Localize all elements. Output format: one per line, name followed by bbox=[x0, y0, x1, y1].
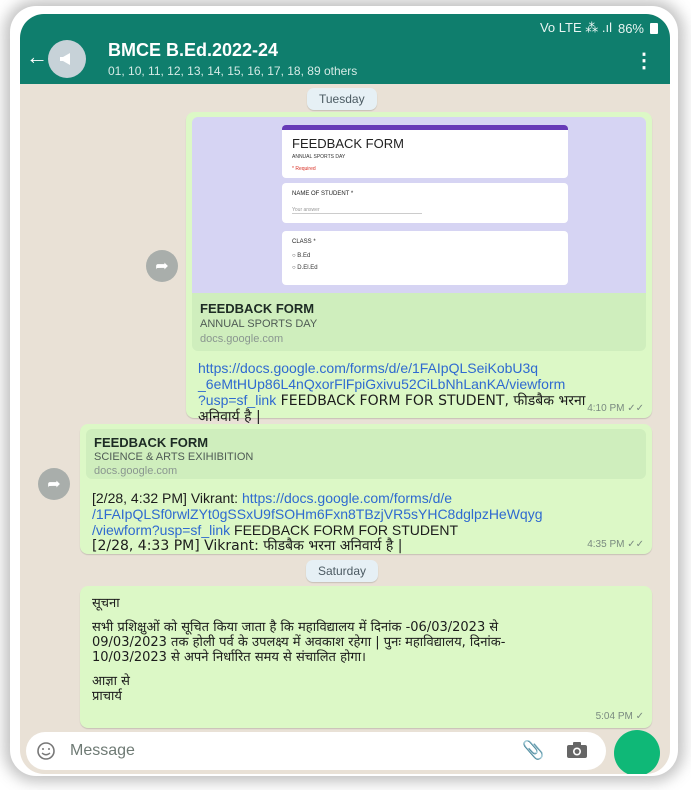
link-preview-image[interactable]: FEEDBACK FORM ANNUAL SPORTS DAY * Requir… bbox=[192, 117, 646, 293]
message-timestamp: 5:04 PM ✓ bbox=[595, 711, 644, 722]
form-option: ○ B.Ed bbox=[292, 253, 311, 259]
message-link[interactable]: /1FAIpQLSf0rwlZYt0gSSxU9fSOHm6Fxn8TBzjVR… bbox=[92, 506, 543, 522]
group-title[interactable]: BMCE B.Ed.2022-24 bbox=[108, 40, 278, 61]
message-timestamp: 4:35 PM ✓✓ bbox=[587, 539, 644, 550]
attach-icon[interactable]: 📎 bbox=[522, 740, 544, 761]
more-options-icon[interactable]: ⋮ bbox=[634, 48, 654, 73]
message-text-fragment: [2/28, 4:33 PM] Vikrant: फीडबैक भरना अनि… bbox=[92, 538, 403, 554]
notice-line: आज्ञा से bbox=[92, 674, 130, 689]
notice-line: सूचना bbox=[92, 596, 120, 611]
message-link[interactable]: ?usp=sf_link bbox=[198, 392, 276, 408]
notice-text: सूचना सभी प्रशिक्षुओं को सूचित किया जाता… bbox=[92, 596, 648, 704]
message-link[interactable]: _6eMtHUp86L4nQxorFlFpiGxivu52CiLbNhLanKA… bbox=[198, 376, 565, 392]
form-header-card: FEEDBACK FORM ANNUAL SPORTS DAY * Requir… bbox=[282, 125, 568, 178]
link-preview[interactable]: FEEDBACK FORM SCIENCE & ARTS EXIHIBITION… bbox=[86, 429, 646, 479]
form-answer-field: Your answer bbox=[292, 207, 422, 214]
message-timestamp: 4:10 PM ✓✓ bbox=[587, 403, 644, 414]
date-separator: Tuesday bbox=[307, 88, 377, 110]
preview-domain: docs.google.com bbox=[94, 465, 178, 477]
forward-icon[interactable]: ➦ bbox=[146, 250, 178, 282]
notice-line: प्राचार्य bbox=[92, 689, 122, 704]
message-link[interactable]: https://docs.google.com/forms/d/e bbox=[242, 490, 452, 506]
form-required-note: * Required bbox=[292, 166, 316, 172]
group-avatar[interactable] bbox=[48, 40, 86, 78]
preview-subtitle: ANNUAL SPORTS DAY bbox=[200, 318, 318, 330]
form-question-card: NAME OF STUDENT * Your answer bbox=[282, 183, 568, 223]
message-text-fragment: FEEDBACK FORM FOR STUDENT, फीडबैक भरना bbox=[276, 393, 586, 409]
camera-icon[interactable] bbox=[566, 741, 588, 759]
message-bubble[interactable]: FEEDBACK FORM ANNUAL SPORTS DAY * Requir… bbox=[186, 112, 652, 425]
battery-icon bbox=[650, 22, 658, 34]
back-arrow-icon[interactable]: ← bbox=[26, 44, 48, 70]
notice-line bbox=[92, 611, 648, 620]
form-option-label: D.El.Ed bbox=[297, 265, 318, 271]
message-link[interactable]: /viewform?usp=sf_link bbox=[92, 522, 230, 538]
preview-domain: docs.google.com bbox=[200, 333, 284, 345]
preview-subtitle: SCIENCE & ARTS EXIHIBITION bbox=[94, 451, 254, 463]
notice-line: 09/03/2023 तक होली पर्व के उपलक्ष्य में … bbox=[92, 635, 506, 650]
status-bar: Vo LTE ⁂ .ıl 86% bbox=[540, 20, 658, 36]
phone-screen: Vo LTE ⁂ .ıl 86% ← BMCE B.Ed.2022-24 01,… bbox=[20, 14, 670, 774]
message-link[interactable]: https://docs.google.com/forms/d/e/1FAIpQ… bbox=[198, 360, 538, 376]
battery-level: 86% bbox=[617, 20, 644, 36]
notice-line: 10/03/2023 से अपने निर्धारित समय से संचा… bbox=[92, 650, 366, 665]
form-question-class: CLASS * bbox=[292, 239, 316, 245]
message-bubble[interactable]: FEEDBACK FORM SCIENCE & ARTS EXIHIBITION… bbox=[80, 424, 652, 554]
form-option-label: B.Ed bbox=[297, 253, 311, 259]
notice-line bbox=[92, 665, 648, 674]
notice-line: सभी प्रशिक्षुओं को सूचित किया जाता है कि… bbox=[92, 620, 499, 635]
preview-title: FEEDBACK FORM bbox=[200, 301, 315, 316]
form-question-card: CLASS * ○ B.Ed ○ D.El.Ed bbox=[282, 231, 568, 285]
form-subheading: ANNUAL SPORTS DAY bbox=[292, 154, 346, 160]
emoji-icon[interactable] bbox=[36, 741, 56, 761]
message-text-fragment: FEEDBACK FORM FOR STUDENT bbox=[230, 522, 459, 538]
form-option: ○ D.El.Ed bbox=[292, 265, 318, 271]
megaphone-icon bbox=[60, 53, 70, 65]
form-heading: FEEDBACK FORM bbox=[292, 136, 404, 151]
message-text-fragment: अनिवार्य है | bbox=[198, 409, 261, 425]
message-text-fragment: [2/28, 4:32 PM] Vikrant: bbox=[92, 490, 242, 506]
form-question-name: NAME OF STUDENT * bbox=[292, 191, 354, 197]
message-bubble[interactable]: सूचना सभी प्रशिक्षुओं को सूचित किया जाता… bbox=[80, 586, 652, 728]
mic-button[interactable] bbox=[614, 730, 660, 774]
signal-indicator: Vo LTE ⁂ .ıl bbox=[539, 20, 612, 35]
message-text: https://docs.google.com/forms/d/e/1FAIpQ… bbox=[198, 360, 648, 425]
link-preview[interactable]: FEEDBACK FORM ANNUAL SPORTS DAY docs.goo… bbox=[192, 293, 646, 351]
date-separator: Saturday bbox=[306, 560, 379, 582]
chat-header: Vo LTE ⁂ .ıl 86% ← BMCE B.Ed.2022-24 01,… bbox=[20, 14, 670, 84]
forward-icon[interactable]: ➦ bbox=[38, 468, 70, 500]
message-input[interactable]: Message bbox=[70, 742, 135, 760]
message-text: [2/28, 4:32 PM] Vikrant: https://docs.go… bbox=[92, 490, 650, 554]
message-composer[interactable]: Message 📎 bbox=[26, 732, 606, 770]
chat-area: Tuesday ➦ FEEDBACK FORM ANNUAL SPORTS DA… bbox=[20, 84, 670, 734]
group-members[interactable]: 01, 10, 11, 12, 13, 14, 15, 16, 17, 18, … bbox=[108, 64, 357, 78]
preview-title: FEEDBACK FORM bbox=[94, 435, 209, 450]
